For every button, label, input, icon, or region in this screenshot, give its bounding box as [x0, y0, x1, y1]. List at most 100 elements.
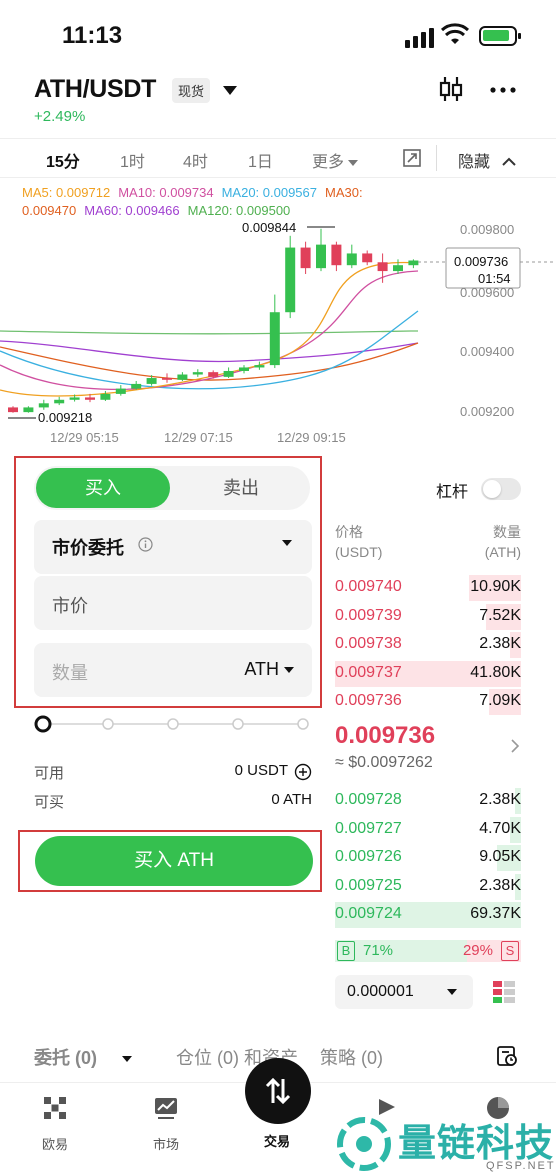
bid-row[interactable]: 0.009728 2.38K	[335, 788, 521, 814]
bid-qty: 2.38K	[479, 791, 521, 808]
ask-qty: 10.90K	[470, 578, 521, 595]
amount-unit-select[interactable]: ATH	[244, 659, 294, 680]
buy-ratio-badge: B	[337, 941, 355, 961]
nav-market[interactable]: 市场	[136, 1095, 196, 1153]
ask-price: 0.009739	[335, 606, 402, 624]
bid-row[interactable]: 0.009725 2.38K	[335, 873, 521, 900]
candle	[377, 262, 388, 272]
candlestick-chart[interactable]: 0.009736 01:54 0.009844 0.009218 0.00980…	[0, 215, 556, 450]
price-header: 价格 (USDT)	[335, 522, 382, 562]
pair-dropdown-icon[interactable]	[223, 86, 237, 95]
ask-row[interactable]: 0.009740 10.90K	[335, 575, 521, 601]
add-funds-icon[interactable]	[294, 763, 312, 781]
candle	[346, 253, 357, 266]
candle	[408, 260, 419, 266]
sell-tab[interactable]: 卖出	[174, 468, 308, 508]
leverage-toggle[interactable]	[481, 478, 521, 500]
available-value: 0 USDT	[234, 762, 288, 779]
chevron-right-icon[interactable]	[510, 738, 520, 754]
candle	[300, 247, 311, 269]
nav-trade-label: 交易	[263, 1134, 290, 1149]
divider	[436, 145, 437, 171]
ask-qty: 7.09K	[479, 692, 521, 709]
buy-sell-ratio: B 71% 29% S	[335, 940, 521, 962]
y-tick: 0.009600	[460, 285, 514, 300]
ask-row[interactable]: 0.009737 41.80K	[335, 660, 521, 687]
ma120-line	[0, 330, 419, 335]
candle	[131, 383, 142, 389]
price-field[interactable]: 市价	[34, 576, 312, 630]
precision-value: 0.000001	[347, 983, 414, 1000]
ma20-label: MA20: 0.009567	[221, 185, 317, 200]
tab-orders[interactable]: 委托 (0)	[34, 1048, 154, 1068]
y-tick: 0.009800	[460, 222, 514, 237]
orderbook-layout-icon[interactable]	[490, 978, 518, 1006]
timeframe-4h[interactable]: 4时	[183, 148, 208, 172]
buyable-value: 0 ATH	[271, 791, 312, 808]
okx-logo-icon	[44, 1097, 66, 1119]
chevron-down-icon	[282, 540, 292, 546]
price-field-label: 市价	[52, 596, 88, 616]
bid-price: 0.009724	[335, 905, 402, 922]
hide-chart-toggle[interactable]: 隐藏	[458, 148, 517, 172]
tab-strategies[interactable]: 策略 (0)	[320, 1048, 383, 1068]
candlestick-settings-icon[interactable]	[436, 74, 466, 104]
amount-input[interactable]: 数量 ATH	[34, 643, 312, 697]
trade-fab[interactable]	[245, 1058, 311, 1124]
price-change: +2.49%	[34, 108, 86, 125]
bid-price: 0.009728	[335, 791, 402, 808]
cellular-signal-icon	[405, 28, 434, 48]
timeframe-more[interactable]: 更多	[312, 148, 359, 172]
candle	[269, 312, 280, 366]
order-history-icon[interactable]	[495, 1044, 519, 1068]
candle	[177, 374, 188, 380]
ma30-label: MA30:	[325, 185, 363, 200]
info-icon[interactable]	[138, 537, 153, 552]
chevron-down-icon	[284, 667, 294, 674]
x-tick: 12/29 07:15	[164, 430, 233, 445]
amount-slider[interactable]	[34, 714, 312, 734]
swap-arrows-icon	[265, 1077, 291, 1105]
leverage-label: 杠杆	[436, 484, 469, 501]
precision-select[interactable]: 0.000001	[335, 975, 473, 1009]
timeframe-1d[interactable]: 1日	[248, 148, 273, 172]
bid-row[interactable]: 0.009727 4.70K	[335, 816, 521, 843]
ask-price: 0.009740	[335, 578, 402, 595]
x-tick: 12/29 05:15	[50, 430, 119, 445]
candle	[38, 403, 49, 408]
timeframe-1h[interactable]: 1时	[120, 148, 145, 172]
candle	[285, 247, 296, 313]
candle	[254, 365, 265, 368]
amount-placeholder: 数量	[52, 663, 88, 683]
chart-fullscreen-icon[interactable]	[402, 148, 422, 168]
ask-row[interactable]: 0.009739 7.52K	[335, 603, 521, 630]
ask-row[interactable]: 0.009738 2.38K	[335, 632, 521, 658]
buy-tab[interactable]: 买入	[36, 468, 170, 508]
status-time: 11:13	[62, 22, 123, 49]
pair-title[interactable]: ATH/USDT	[34, 75, 156, 104]
order-type-select[interactable]: 市价委托	[34, 520, 312, 574]
more-icon[interactable]	[488, 74, 518, 104]
bid-row[interactable]: 0.009726 9.05K	[335, 845, 521, 871]
bid-row[interactable]: 0.009724 69.37K	[335, 902, 521, 928]
x-tick: 12/29 09:15	[277, 430, 346, 445]
watermark: 量链科技 QFSP.NET	[336, 1110, 556, 1176]
bid-qty: 2.38K	[479, 876, 521, 894]
amount-unit-label: ATH	[244, 659, 279, 679]
nav-trade[interactable]: 交易	[247, 1131, 307, 1150]
bid-qty: 4.70K	[479, 819, 521, 837]
tab-orders-label: 委托 (0)	[34, 1048, 97, 1068]
qty-header: 数量 (ATH)	[484, 522, 521, 562]
price-header-unit: (USDT)	[335, 544, 383, 560]
candle	[100, 393, 111, 400]
status-bar: 11:13	[0, 0, 556, 70]
battery-icon	[479, 26, 521, 46]
candle	[54, 399, 65, 404]
buy-submit-button[interactable]: 买入 ATH	[35, 836, 313, 886]
nav-okx[interactable]: 欧易	[25, 1095, 85, 1153]
ask-row[interactable]: 0.009736 7.09K	[335, 689, 521, 715]
current-price-label: 0.009736	[454, 254, 508, 269]
countdown-label: 01:54	[478, 271, 511, 286]
buy-sell-switch: 买入 卖出	[34, 466, 310, 510]
timeframe-15m[interactable]: 15分	[46, 148, 80, 172]
